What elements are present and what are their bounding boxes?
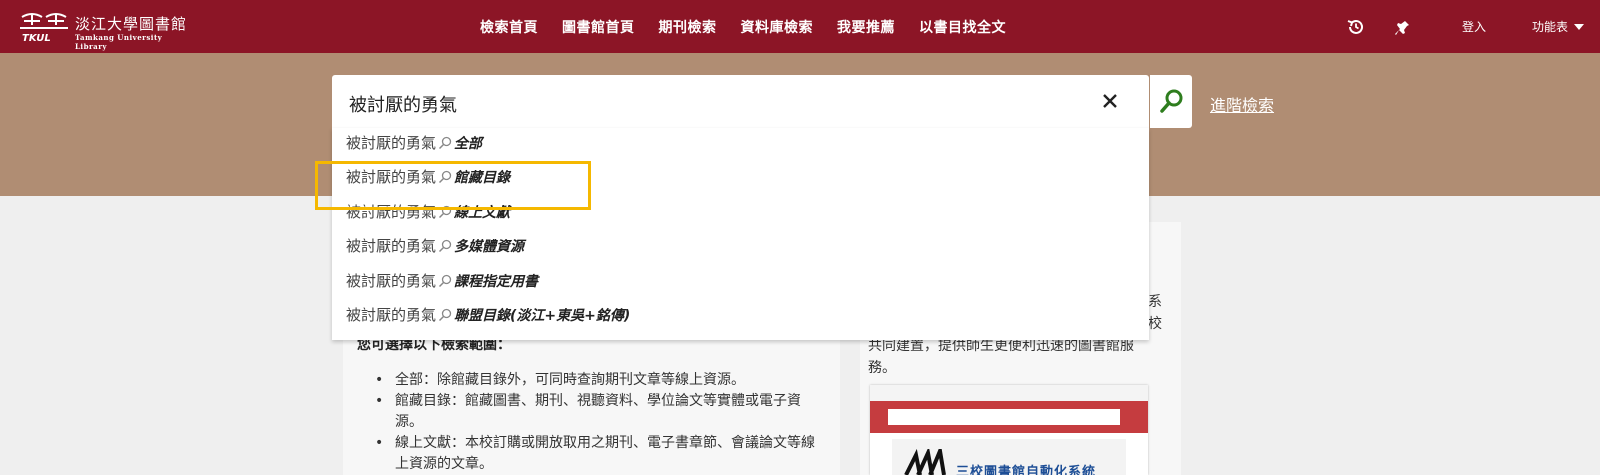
search-icon — [438, 170, 452, 183]
about-text-fragment: 校 — [1148, 316, 1162, 332]
suggestion-item[interactable]: 被討厭的勇氣 多媒體資源 — [346, 235, 524, 265]
nav-library-home[interactable]: 圖書館首頁 — [550, 0, 647, 53]
thumbnail-label: 三校圖書館自動化系統 — [956, 465, 1097, 475]
search-icon — [438, 136, 452, 149]
suggestion-scope: 多媒體資源 — [454, 238, 525, 255]
svg-text:TKUL: TKUL — [22, 33, 51, 43]
menu-dropdown[interactable]: 功能表 — [1532, 18, 1585, 35]
close-icon[interactable] — [1098, 89, 1122, 113]
history-icon[interactable] — [1345, 16, 1367, 38]
suggestion-item[interactable]: 被討厭的勇氣 館藏目錄 — [346, 166, 510, 196]
system-thumbnail[interactable]: 三校圖書館自動化系統 — [870, 385, 1148, 475]
tkul-logo-icon: TKUL — [20, 13, 68, 43]
search-button[interactable] — [1150, 75, 1192, 128]
suggestion-item[interactable]: 被討厭的勇氣 全部 — [346, 132, 482, 162]
advanced-search-link[interactable]: 進階檢索 — [1210, 92, 1274, 116]
suggestion-query: 被討厭的勇氣 — [346, 272, 437, 290]
suggestion-scope: 全部 — [454, 135, 483, 152]
suggestion-query: 被討厭的勇氣 — [346, 203, 437, 221]
main-nav: 檢索首頁 圖書館首頁 期刊檢索 資料庫檢索 我要推薦 以書目找全文 — [468, 0, 1018, 53]
suggestion-query: 被討厭的勇氣 — [346, 134, 437, 152]
nav-journal-search[interactable]: 期刊檢索 — [647, 0, 729, 53]
search-icon — [438, 239, 452, 252]
suggestion-query: 被討厭的勇氣 — [346, 306, 437, 324]
nav-fulltext-finder[interactable]: 以書目找全文 — [907, 0, 1018, 53]
search-icon — [438, 274, 452, 287]
thumbnail-header — [870, 385, 1148, 401]
suggestion-dropdown: 被討厭的勇氣 全部 被討厭的勇氣 館藏目錄 被討厭的勇氣 線上文獻 被討厭的勇氣 多媒體… — [332, 128, 1149, 340]
suggestion-scope: 課程指定用書 — [454, 273, 539, 290]
suggestion-scope: 聯盟目錄(淡江+東吳+銘傳) — [454, 307, 631, 324]
search-query[interactable]: 被討厭的勇氣 — [349, 91, 457, 117]
nav-recommend[interactable]: 我要推薦 — [825, 0, 907, 53]
thumbnail-search — [888, 409, 1120, 425]
scope-list: 全部：除館藏目錄外，可同時查詢期刊文章等線上資源。 館藏目錄：館藏圖書、期刊、視… — [375, 370, 825, 475]
library-title: 淡江大學圖書館 — [75, 15, 188, 33]
suggestion-item[interactable]: 被討厭的勇氣 課程指定用書 — [346, 270, 538, 300]
suggestion-scope: 線上文獻 — [454, 204, 511, 221]
library-logo[interactable]: TKUL 淡江大學圖書館 Tamkang University Library — [18, 9, 193, 51]
suggestion-item[interactable]: 被討厭的勇氣 線上文獻 — [346, 201, 510, 231]
suggestion-item[interactable]: 被討厭的勇氣 聯盟目錄(淡江+東吳+銘傳) — [346, 304, 630, 334]
search-icon — [438, 308, 452, 321]
search-icon — [1160, 89, 1183, 113]
nav-search-home[interactable]: 檢索首頁 — [468, 0, 550, 53]
books-logo-icon — [904, 449, 946, 475]
about-text-line: 務。 — [868, 360, 896, 376]
search-input[interactable]: 被討厭的勇氣 — [332, 75, 1149, 128]
nav-database-search[interactable]: 資料庫檢索 — [729, 0, 826, 53]
suggestion-query: 被討厭的勇氣 — [346, 237, 437, 255]
top-navigation-bar: TKUL 淡江大學圖書館 Tamkang University Library … — [0, 0, 1600, 53]
suggestion-query: 被討厭的勇氣 — [346, 168, 437, 186]
list-item: 館藏目錄：館藏圖書、期刊、視聽資料、學位論文等實體或電子資源。 — [375, 391, 825, 433]
list-item: 線上文獻：本校訂購或開放取用之期刊、電子書章節、會議論文等線上資源的文章。 — [375, 433, 825, 475]
suggestion-scope: 館藏目錄 — [454, 169, 511, 186]
about-text-fragment: 系 — [1148, 294, 1162, 310]
pin-icon[interactable] — [1393, 16, 1415, 38]
library-subtitle: Tamkang University Library — [75, 33, 163, 51]
about-text: 共同建置，提供師生更便利迅速的圖書館服 務。 — [868, 335, 1168, 379]
chevron-down-icon — [1574, 24, 1585, 30]
list-item: 全部：除館藏目錄外，可同時查詢期刊文章等線上資源。 — [375, 370, 825, 391]
login-link[interactable]: 登入 — [1462, 18, 1486, 35]
menu-label: 功能表 — [1532, 20, 1569, 34]
search-icon — [438, 205, 452, 218]
